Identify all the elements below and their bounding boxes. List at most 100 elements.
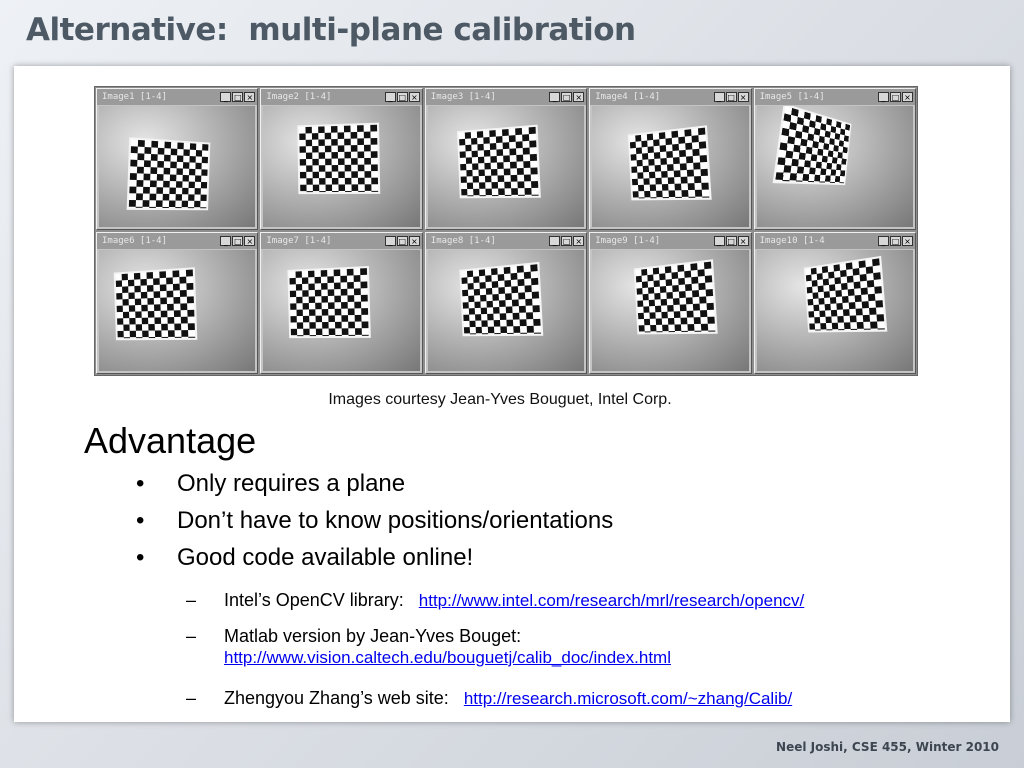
minimize-button[interactable]: _	[714, 236, 725, 246]
checkerboard-photo	[592, 250, 748, 371]
camera-image-window: Image6 [1-4] _ □ ×	[96, 232, 258, 374]
maximize-button[interactable]: □	[397, 92, 408, 102]
window-title: Image1 [1-4]	[99, 92, 219, 102]
window-title: Image5 [1-4]	[757, 92, 877, 102]
window-title: Image7 [1-4]	[263, 236, 383, 246]
camera-image-window: Image3 [1-4] _ □ ×	[425, 88, 587, 230]
checkerboard-pattern	[114, 267, 198, 340]
maximize-button[interactable]: □	[726, 92, 737, 102]
close-button[interactable]: ×	[409, 236, 420, 246]
bullet-text: Don’t have to know positions/orientation…	[177, 507, 613, 535]
checkerboard-pattern	[628, 125, 712, 200]
window-titlebar: Image7 [1-4] _ □ ×	[261, 233, 421, 249]
camera-image-window: Image4 [1-4] _ □ ×	[589, 88, 751, 230]
camera-image-window: Image2 [1-4] _ □ ×	[260, 88, 422, 230]
checkerboard-photo	[99, 106, 255, 227]
slide-footer: Neel Joshi, CSE 455, Winter 2010	[776, 740, 999, 754]
camera-image-window: Image7 [1-4] _ □ ×	[260, 232, 422, 374]
slide-title: Alternative: multi-plane calibration	[26, 12, 636, 48]
maximize-button[interactable]: □	[397, 236, 408, 246]
sub-dash: –	[186, 590, 196, 611]
window-titlebar: Image8 [1-4] _ □ ×	[426, 233, 586, 249]
zhang-link[interactable]: http://research.microsoft.com/~zhang/Cal…	[464, 689, 792, 708]
window-titlebar: Image3 [1-4] _ □ ×	[426, 89, 586, 105]
window-titlebar: Image2 [1-4] _ □ ×	[261, 89, 421, 105]
checkerboard-pattern	[772, 106, 851, 185]
sub-label: Intel’s OpenCV library:	[224, 590, 404, 610]
bullet-dot: •	[136, 470, 144, 498]
sub-text: Intel’s OpenCV library: http://www.intel…	[224, 590, 804, 611]
camera-image-window: Image9 [1-4] _ □ ×	[589, 232, 751, 374]
bullet-text: Good code available online!	[177, 544, 473, 572]
minimize-button[interactable]: _	[878, 236, 889, 246]
window-titlebar: Image4 [1-4] _ □ ×	[590, 89, 750, 105]
minimize-button[interactable]: _	[385, 236, 396, 246]
minimize-button[interactable]: _	[714, 92, 725, 102]
maximize-button[interactable]: □	[232, 236, 243, 246]
window-title: Image8 [1-4]	[428, 236, 548, 246]
checkerboard-pattern	[298, 123, 381, 194]
checkerboard-pattern	[634, 259, 718, 334]
maximize-button[interactable]: □	[232, 92, 243, 102]
calibration-image-grid: Image1 [1-4] _ □ × Image2 [1-4] _ □ × Image3 [1-…	[94, 86, 918, 376]
checkerboard-pattern	[288, 266, 371, 338]
minimize-button[interactable]: _	[549, 236, 560, 246]
maximize-button[interactable]: □	[561, 236, 572, 246]
sub-label: Zhengyou Zhang’s web site:	[224, 688, 449, 708]
window-title: Image9 [1-4]	[592, 236, 712, 246]
camera-image-window: Image5 [1-4] _ □ ×	[754, 88, 916, 230]
close-button[interactable]: ×	[573, 92, 584, 102]
camera-image-window: Image1 [1-4] _ □ ×	[96, 88, 258, 230]
camera-image-window: Image8 [1-4] _ □ ×	[425, 232, 587, 374]
maximize-button[interactable]: □	[561, 92, 572, 102]
close-button[interactable]: ×	[409, 92, 420, 102]
checkerboard-photo	[263, 250, 419, 371]
advantage-heading: Advantage	[84, 420, 256, 462]
window-title: Image4 [1-4]	[592, 92, 712, 102]
checkerboard-photo	[99, 250, 255, 371]
window-titlebar: Image9 [1-4] _ □ ×	[590, 233, 750, 249]
minimize-button[interactable]: _	[385, 92, 396, 102]
window-title: Image6 [1-4]	[99, 236, 219, 246]
window-titlebar: Image6 [1-4] _ □ ×	[97, 233, 257, 249]
bullet-text: Only requires a plane	[177, 470, 405, 498]
close-button[interactable]: ×	[244, 92, 255, 102]
sub-text: Zhengyou Zhang’s web site: http://resear…	[224, 688, 792, 709]
checkerboard-photo	[428, 106, 584, 227]
checkerboard-photo	[428, 250, 584, 371]
close-button[interactable]: ×	[573, 236, 584, 246]
maximize-button[interactable]: □	[726, 236, 737, 246]
checkerboard-photo	[757, 106, 913, 227]
minimize-button[interactable]: _	[220, 92, 231, 102]
window-titlebar: Image5 [1-4] _ □ ×	[755, 89, 915, 105]
sub-label: Matlab version by Jean-Yves Bouget:	[224, 626, 521, 646]
minimize-button[interactable]: _	[220, 236, 231, 246]
window-titlebar: Image10 [1-4 _ □ ×	[755, 233, 915, 249]
image-caption: Images courtesy Jean-Yves Bouguet, Intel…	[0, 391, 1000, 409]
window-title: Image10 [1-4	[757, 236, 877, 246]
window-titlebar: Image1 [1-4] _ □ ×	[97, 89, 257, 105]
minimize-button[interactable]: _	[549, 92, 560, 102]
sub-text: Matlab version by Jean-Yves Bouget: http…	[224, 626, 671, 668]
opencv-link[interactable]: http://www.intel.com/research/mrl/resear…	[419, 591, 804, 610]
checkerboard-pattern	[803, 256, 887, 333]
sub-dash: –	[186, 688, 196, 709]
matlab-link[interactable]: http://www.vision.caltech.edu/bouguetj/c…	[224, 648, 671, 667]
checkerboard-photo	[757, 250, 913, 371]
checkerboard-pattern	[127, 137, 211, 210]
bullet-dot: •	[136, 544, 144, 572]
checkerboard-pattern	[457, 125, 541, 199]
close-button[interactable]: ×	[902, 236, 913, 246]
window-title: Image3 [1-4]	[428, 92, 548, 102]
checkerboard-photo	[263, 106, 419, 227]
checkerboard-pattern	[459, 262, 543, 336]
close-button[interactable]: ×	[738, 92, 749, 102]
close-button[interactable]: ×	[244, 236, 255, 246]
maximize-button[interactable]: □	[890, 236, 901, 246]
close-button[interactable]: ×	[738, 236, 749, 246]
close-button[interactable]: ×	[902, 92, 913, 102]
window-title: Image2 [1-4]	[263, 92, 383, 102]
bullet-dot: •	[136, 507, 144, 535]
minimize-button[interactable]: _	[878, 92, 889, 102]
maximize-button[interactable]: □	[890, 92, 901, 102]
